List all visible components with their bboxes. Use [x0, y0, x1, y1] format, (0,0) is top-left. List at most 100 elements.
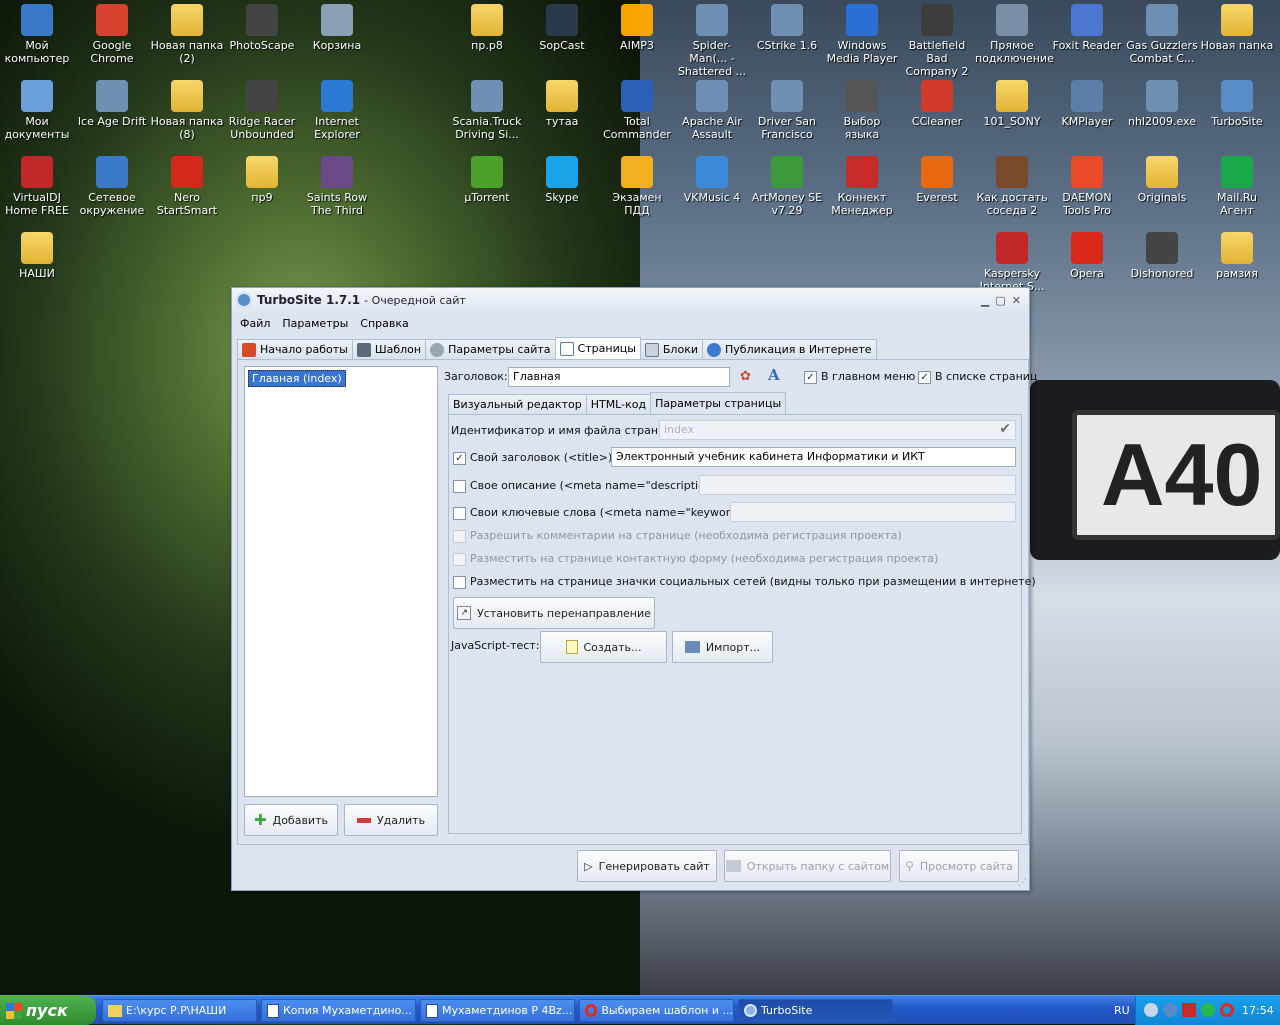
desktop-icon-28[interactable]: CCleaner	[900, 76, 974, 128]
desktop-icon-37[interactable]: Saints Row The Third	[300, 152, 374, 217]
desktop-icon-38[interactable]: µTorrent	[450, 152, 524, 204]
taskbar-item-explorer[interactable]: E:\курс Р.Р\НАШИ	[102, 999, 257, 1022]
desktop-icon-52[interactable]: Dishonored	[1125, 228, 1199, 280]
desktop-icon-40[interactable]: Экзамен ПДД	[600, 152, 674, 217]
desktop-icon-2[interactable]: Google Chrome	[75, 0, 149, 65]
opera-tray-icon[interactable]	[1220, 1003, 1234, 1017]
kaspersky-tray-icon[interactable]	[1182, 1003, 1196, 1017]
mail-agent-tray-icon[interactable]	[1201, 1003, 1215, 1017]
page-title-input[interactable]: Главная	[508, 367, 730, 387]
tab-blocks[interactable]: Блоки	[639, 339, 703, 359]
set-redirect-button[interactable]: ↗ Установить перенаправление	[453, 597, 655, 629]
taskbar-item-doc[interactable]: Мухаметдинов Р 4Bz...	[420, 999, 575, 1022]
desktop-icon-47[interactable]: Originals	[1125, 152, 1199, 204]
page-list[interactable]: Главная (index)	[244, 366, 438, 797]
own-description-input[interactable]	[699, 475, 1016, 495]
desktop-icon-29[interactable]: 101_SONY	[975, 76, 1049, 128]
tab-site-params[interactable]: Параметры сайта	[425, 339, 556, 359]
page-id-input[interactable]: index ✔	[659, 420, 1016, 440]
maximize-icon[interactable]: ▢	[995, 294, 1005, 307]
desktop-icon-5[interactable]: Корзина	[300, 0, 374, 52]
own-keywords-checkbox[interactable]: Свои ключевые слова (<meta name="keyword…	[453, 506, 756, 520]
desktop-icon-27[interactable]: Выбор языка	[825, 76, 899, 141]
desktop-icon-1[interactable]: Мой компьютер	[0, 0, 74, 65]
desktop-icon-11[interactable]: Windows Media Player	[825, 0, 899, 65]
desktop-icon-7[interactable]: SopCast	[525, 0, 599, 52]
desktop-icon-26[interactable]: Driver San Francisco	[750, 76, 824, 141]
generate-site-button[interactable]: ▷ Генерировать сайт	[577, 850, 717, 882]
desktop-icon-17[interactable]: Мои документы	[0, 76, 74, 141]
window-titlebar[interactable]: TurboSite 1.7.1 - Очередной сайт ▁ ▢ ✕	[232, 288, 1029, 312]
desktop-icon-43[interactable]: Коннект Менеджер	[825, 152, 899, 217]
font-icon[interactable]: A	[768, 366, 780, 384]
desktop-icon-41[interactable]: VKMusic 4	[675, 152, 749, 204]
desktop-icon-36[interactable]: пр9	[225, 152, 299, 204]
own-keywords-input[interactable]	[730, 502, 1016, 522]
desktop-icon-8[interactable]: AIMP3	[600, 0, 674, 52]
start-button[interactable]: пуск	[0, 996, 96, 1025]
subtab-visual-editor[interactable]: Визуальный редактор	[448, 394, 587, 414]
desktop-icon-32[interactable]: TurboSite	[1200, 76, 1274, 128]
sound-tray-icon[interactable]	[1163, 1003, 1177, 1017]
desktop-icon-16[interactable]: Новая папка	[1200, 0, 1274, 52]
desktop-icon-35[interactable]: Nero StartSmart	[150, 152, 224, 217]
desktop-icon-14[interactable]: Foxit Reader	[1050, 0, 1124, 52]
desktop-icon-46[interactable]: DAEMON Tools Pro	[1050, 152, 1124, 217]
desktop-icon-33[interactable]: VirtualDJ Home FREE	[0, 152, 74, 217]
subtab-html-code[interactable]: HTML-код	[585, 394, 652, 414]
desktop-icon-6[interactable]: пр.р8	[450, 0, 524, 52]
add-page-button[interactable]: ✚ Добавить	[244, 804, 338, 836]
create-js-button[interactable]: Создать...	[540, 631, 667, 663]
desktop-icon-24[interactable]: Total Commander	[600, 76, 674, 141]
menu-params[interactable]: Параметры	[282, 317, 348, 330]
tab-publish[interactable]: Публикация в Интернете	[702, 339, 877, 359]
desktop-icon-53[interactable]: рамзия	[1200, 228, 1274, 280]
desktop-icon-18[interactable]: Ice Age Drift	[75, 76, 149, 128]
network-tray-icon[interactable]	[1144, 1003, 1158, 1017]
page-list-item[interactable]: Главная (index)	[248, 370, 346, 387]
desktop-icon-3[interactable]: Новая папка (2)	[150, 0, 224, 65]
desktop-icon-19[interactable]: Новая папка (8)	[150, 76, 224, 141]
desktop-icon-50[interactable]: Kaspersky Internet S...	[975, 228, 1049, 293]
desktop-icon-45[interactable]: Как достать соседа 2	[975, 152, 1049, 217]
own-title-input[interactable]: Электронный учебник кабинета Информатики…	[611, 447, 1016, 467]
open-folder-button[interactable]: Открыть папку с сайтом	[724, 850, 891, 882]
delete-page-button[interactable]: Удалить	[344, 804, 438, 836]
close-icon[interactable]: ✕	[1012, 294, 1021, 307]
in-main-menu-checkbox[interactable]: ✓ В главном меню	[804, 370, 915, 384]
own-title-checkbox[interactable]: ✓ Свой заголовок (<title>):	[453, 451, 616, 465]
minimize-icon[interactable]: ▁	[981, 294, 989, 307]
desktop-icon-20[interactable]: Ridge Racer Unbounded	[225, 76, 299, 141]
desktop-icon-4[interactable]: PhotoScape	[225, 0, 299, 52]
taskbar-item-turbosite[interactable]: TurboSite	[738, 999, 893, 1022]
taskbar-item-opera[interactable]: Выбираем шаблон и ...	[579, 999, 734, 1022]
desktop-icon-31[interactable]: nhl2009.exe	[1125, 76, 1199, 128]
own-description-checkbox[interactable]: Свое описание (<meta name="description")…	[453, 479, 725, 493]
social-icons-checkbox[interactable]: Разместить на странице значки социальных…	[453, 575, 1036, 589]
desktop-icon-44[interactable]: Everest	[900, 152, 974, 204]
desktop-icon-39[interactable]: Skype	[525, 152, 599, 204]
desktop-icon-10[interactable]: CStrike 1.6	[750, 0, 824, 52]
desktop-icon-49[interactable]: НАШИ	[0, 228, 74, 280]
desktop-icon-48[interactable]: Mail.Ru Агент	[1200, 152, 1274, 217]
resize-grip-icon[interactable]: ⋰	[1018, 878, 1027, 888]
language-indicator[interactable]: RU	[1114, 1004, 1130, 1017]
desktop-icon-34[interactable]: Сетевое окружение	[75, 152, 149, 217]
desktop-icon-22[interactable]: Scania.Truck Driving Si...	[450, 76, 524, 141]
desktop-icon-12[interactable]: Battlefield Bad Company 2	[900, 0, 974, 78]
tab-pages[interactable]: Страницы	[554, 337, 641, 359]
tab-template[interactable]: Шаблон	[351, 339, 427, 359]
preview-site-button[interactable]: ⚲ Просмотр сайта	[899, 850, 1019, 882]
desktop-icon-21[interactable]: Internet Explorer	[300, 76, 374, 141]
desktop-icon-51[interactable]: Opera	[1050, 228, 1124, 280]
desktop-icon-42[interactable]: ArtMoney SE v7.29	[750, 152, 824, 217]
palette-icon[interactable]: ✿	[740, 369, 751, 384]
desktop-icon-25[interactable]: Apache Air Assault	[675, 76, 749, 141]
import-js-button[interactable]: Импорт...	[672, 631, 773, 663]
desktop-icon-13[interactable]: Прямое подключение	[975, 0, 1054, 65]
taskbar-item-doc-copy[interactable]: Копия Мухаметдино...	[261, 999, 416, 1022]
menu-help[interactable]: Справка	[360, 317, 408, 330]
desktop-icon-15[interactable]: Gas Guzzlers Combat C...	[1125, 0, 1199, 65]
tab-start[interactable]: Начало работы	[237, 339, 353, 359]
in-page-list-checkbox[interactable]: ✓ В списке страниц	[918, 370, 1037, 384]
